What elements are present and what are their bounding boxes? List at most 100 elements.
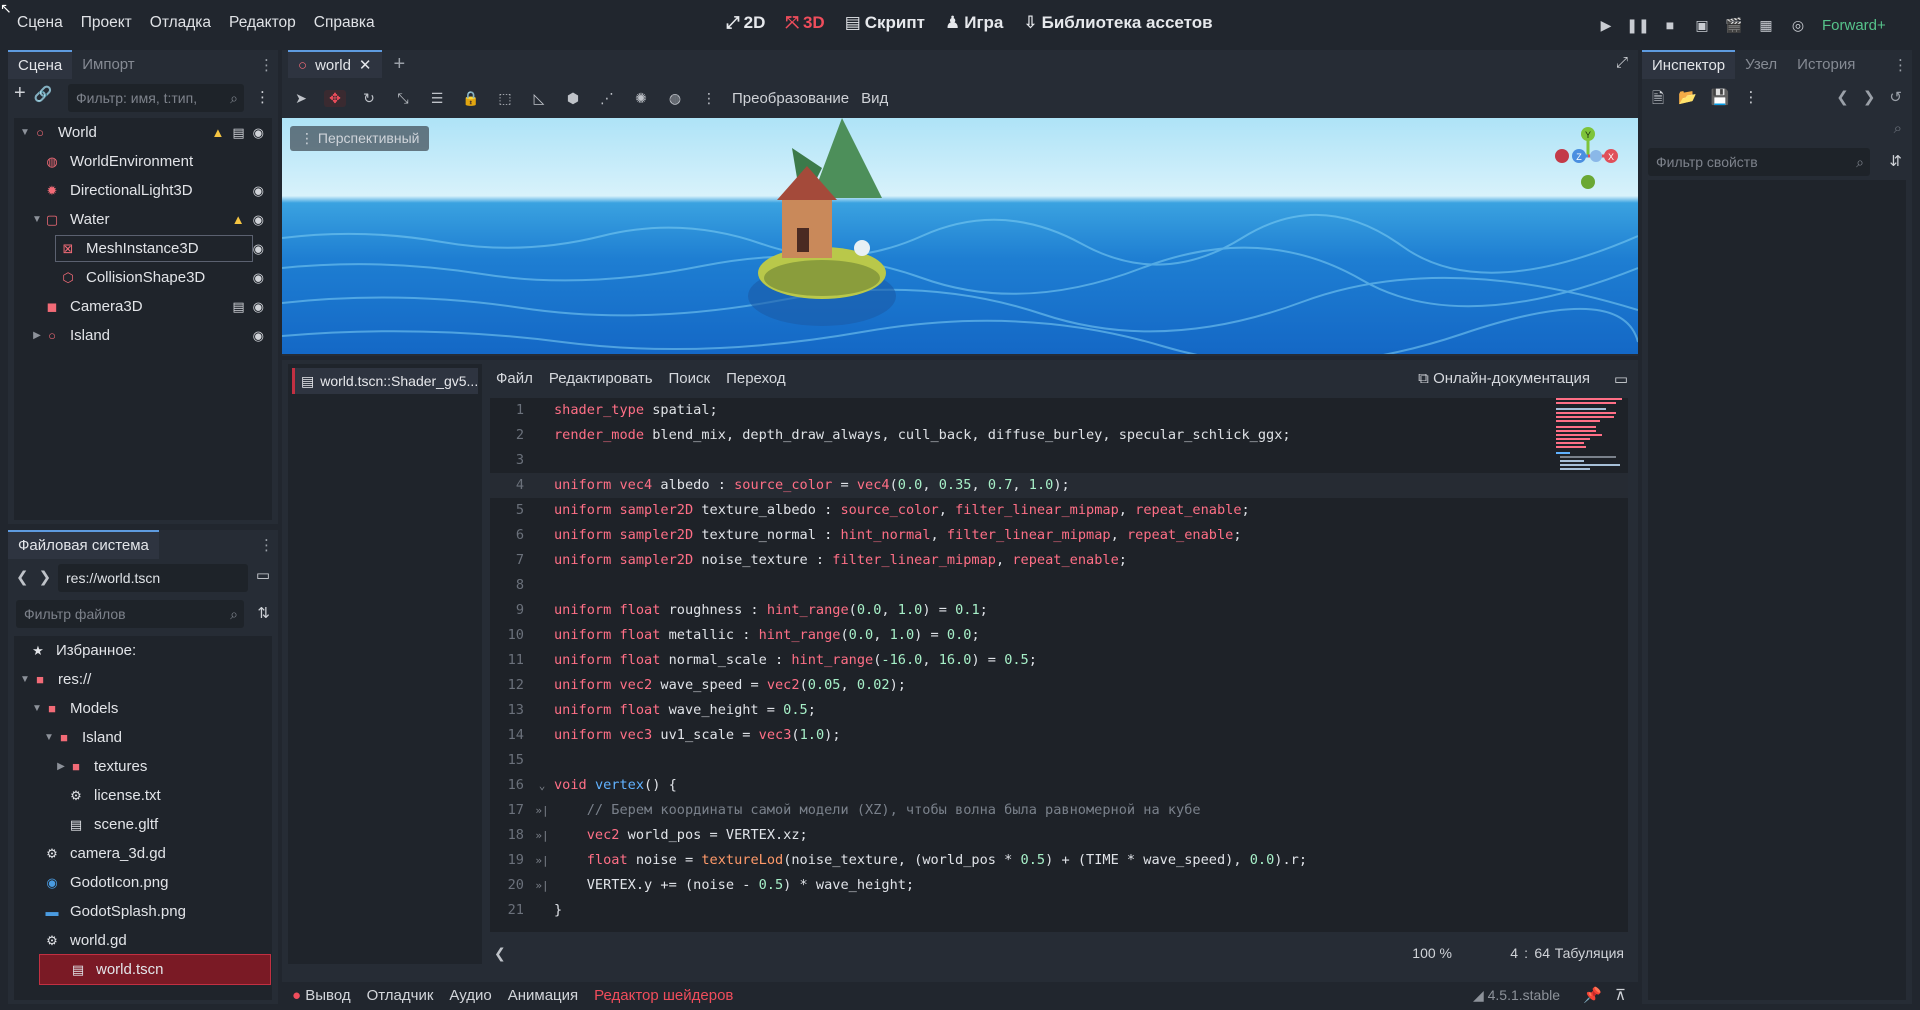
- path-input[interactable]: res://world.tscn: [58, 564, 248, 592]
- zoom-level[interactable]: 100 %: [1412, 945, 1452, 961]
- more-options-icon[interactable]: ⋮: [259, 56, 274, 74]
- tab-node[interactable]: Узел: [1735, 51, 1787, 78]
- chevron-down-icon[interactable]: ▼: [30, 214, 44, 225]
- movie-maker-icon[interactable]: ◎: [1782, 13, 1814, 37]
- tab-import[interactable]: Импорт: [72, 51, 144, 78]
- file-world-tscn[interactable]: ▤ world.tscn: [39, 954, 271, 985]
- link-icon[interactable]: 🔗: [34, 85, 53, 103]
- chevron-down-icon[interactable]: ▼: [18, 674, 32, 685]
- mode-script-button[interactable]: ▤ Скрипт: [835, 13, 935, 33]
- property-filter-input[interactable]: Фильтр свойств ⌕: [1648, 148, 1870, 176]
- folder-textures[interactable]: ▶ ■ textures: [14, 752, 272, 781]
- scene-options-icon[interactable]: ⋮: [255, 88, 270, 106]
- renderer-select[interactable]: Forward+: [1822, 17, 1886, 34]
- more-icon[interactable]: ⋮: [1743, 88, 1758, 113]
- group-icon[interactable]: ⬚: [494, 90, 516, 107]
- menu-edit[interactable]: Редактировать: [549, 370, 653, 387]
- close-icon[interactable]: ✕: [359, 56, 372, 74]
- remote-debug-icon[interactable]: ▣: [1686, 13, 1718, 37]
- file-godotsplash[interactable]: ▬ GodotSplash.png: [14, 897, 272, 926]
- filter-options-icon[interactable]: ⇵: [1889, 152, 1902, 170]
- visibility-icon[interactable]: ◉: [253, 270, 264, 286]
- menu-project[interactable]: Проект: [72, 14, 141, 32]
- warning-icon[interactable]: ▲: [211, 125, 224, 141]
- expand-panel-icon[interactable]: ⊼: [1615, 986, 1626, 1004]
- save-icon[interactable]: 💾: [1711, 88, 1730, 113]
- rotate-tool-icon[interactable]: ↻: [358, 90, 380, 107]
- online-docs-link[interactable]: ⧉ Онлайн-документация: [1418, 370, 1590, 387]
- fold-icon[interactable]: ⌄: [530, 773, 554, 798]
- forward-icon[interactable]: ❯: [39, 568, 52, 586]
- file-camera-gd[interactable]: ⚙ camera_3d.gd: [14, 839, 272, 868]
- shader-file-item[interactable]: ▤ world.tscn::Shader_gv5...: [292, 368, 478, 394]
- folder-res[interactable]: ▼ ■ res://: [14, 665, 272, 694]
- menu-scene[interactable]: Сцена: [8, 14, 72, 32]
- mode-2d-button[interactable]: ⤢ 2D: [716, 13, 775, 33]
- new-resource-icon[interactable]: 🗎: [1652, 88, 1664, 113]
- tree-node-camera3d[interactable]: ◼ Camera3D ▤ ◉: [14, 292, 272, 321]
- visibility-icon[interactable]: ◉: [253, 299, 264, 315]
- file-world-gd[interactable]: ⚙ world.gd: [14, 926, 272, 955]
- tab-shader-editor[interactable]: Редактор шейдеров: [594, 987, 733, 1004]
- 3d-viewport[interactable]: ⋮ Перспективный Y Z X: [282, 118, 1638, 354]
- tree-node-worldenvironment[interactable]: ◍ WorldEnvironment: [14, 147, 272, 176]
- back-icon[interactable]: ❮: [1836, 88, 1849, 106]
- scene-filter-input[interactable]: Фильтр: имя, t:тип, ⌕: [68, 84, 244, 112]
- sort-icon[interactable]: ⇅: [257, 604, 270, 622]
- script-icon[interactable]: ▤: [232, 125, 244, 141]
- tree-node-meshinstance3d[interactable]: ⊠ MeshInstance3D ◉: [14, 234, 272, 263]
- add-node-icon[interactable]: +: [14, 82, 26, 105]
- menu-help[interactable]: Справка: [305, 14, 384, 32]
- select-tool-icon[interactable]: ➤: [290, 90, 312, 107]
- tab-audio[interactable]: Аудио: [449, 987, 491, 1004]
- tab-history[interactable]: История: [1787, 51, 1865, 78]
- visibility-icon[interactable]: ◉: [253, 125, 264, 141]
- tree-node-island[interactable]: ▶ ○ Island ◉: [14, 321, 272, 350]
- distraction-free-icon[interactable]: ⤢: [1616, 54, 1628, 71]
- chevron-down-icon[interactable]: ▼: [18, 127, 32, 138]
- more-options-icon[interactable]: ⋮: [259, 536, 274, 554]
- visibility-icon[interactable]: ◉: [253, 241, 264, 257]
- pin-icon[interactable]: 📌: [1583, 986, 1602, 1004]
- script-icon[interactable]: ▤: [232, 299, 244, 315]
- chevron-down-icon[interactable]: ▼: [30, 703, 44, 714]
- snap-icon[interactable]: ⋰: [596, 90, 618, 107]
- indent-mode[interactable]: Табуляция: [1555, 945, 1624, 961]
- visibility-icon[interactable]: ◉: [253, 212, 264, 228]
- forward-icon[interactable]: ❯: [1863, 88, 1876, 106]
- chevron-down-icon[interactable]: ▼: [42, 732, 56, 743]
- local-space-icon[interactable]: ⬢: [562, 90, 584, 107]
- file-scene-gltf[interactable]: ▤ scene.gltf: [14, 810, 272, 839]
- code-editor[interactable]: 1 shader_type spatial; 2 render_mode blend…: [490, 398, 1628, 932]
- code-minimap[interactable]: [1556, 398, 1622, 498]
- history-icon[interactable]: ↺: [1889, 88, 1902, 106]
- folder-island[interactable]: ▼ ■ Island: [14, 723, 272, 752]
- split-view-icon[interactable]: ▭: [256, 566, 270, 584]
- favorites-row[interactable]: ★ Избранное:: [14, 636, 272, 665]
- visibility-icon[interactable]: ◉: [253, 183, 264, 199]
- open-folder-icon[interactable]: 📂: [1678, 88, 1697, 113]
- ruler-icon[interactable]: ◺: [528, 90, 550, 107]
- play-scene-icon[interactable]: 🎬: [1718, 13, 1750, 37]
- tab-output[interactable]: ● Вывод: [292, 987, 351, 1004]
- axis-gizmo[interactable]: Y Z X: [1548, 126, 1628, 206]
- menu-editor[interactable]: Редактор: [220, 14, 305, 32]
- tab-scene[interactable]: Сцена: [8, 49, 73, 79]
- menu-goto[interactable]: Переход: [726, 370, 786, 387]
- sun-preview-icon[interactable]: ✺: [630, 90, 652, 107]
- menu-search[interactable]: Поиск: [669, 370, 711, 387]
- menu-debug[interactable]: Отладка: [141, 14, 220, 32]
- tab-animation[interactable]: Анимация: [508, 987, 578, 1004]
- list-select-icon[interactable]: ☰: [426, 90, 448, 107]
- view-menu[interactable]: Вид: [861, 90, 888, 107]
- file-godoticon[interactable]: ◉ GodotIcon.png: [14, 868, 272, 897]
- transform-menu[interactable]: Преобразование: [732, 90, 849, 107]
- play-icon[interactable]: ▶: [1590, 13, 1622, 37]
- tree-node-collisionshape3d[interactable]: ⬡ CollisionShape3D ◉: [14, 263, 272, 292]
- more-icon[interactable]: ⋮: [698, 90, 720, 107]
- file-license[interactable]: ⚙ license.txt: [14, 781, 272, 810]
- menu-file[interactable]: Файл: [496, 370, 533, 387]
- tree-node-directionallight3d[interactable]: ✹ DirectionalLight3D ◉: [14, 176, 272, 205]
- tab-debugger[interactable]: Отладчик: [367, 987, 434, 1004]
- chevron-right-icon[interactable]: ▶: [30, 330, 44, 341]
